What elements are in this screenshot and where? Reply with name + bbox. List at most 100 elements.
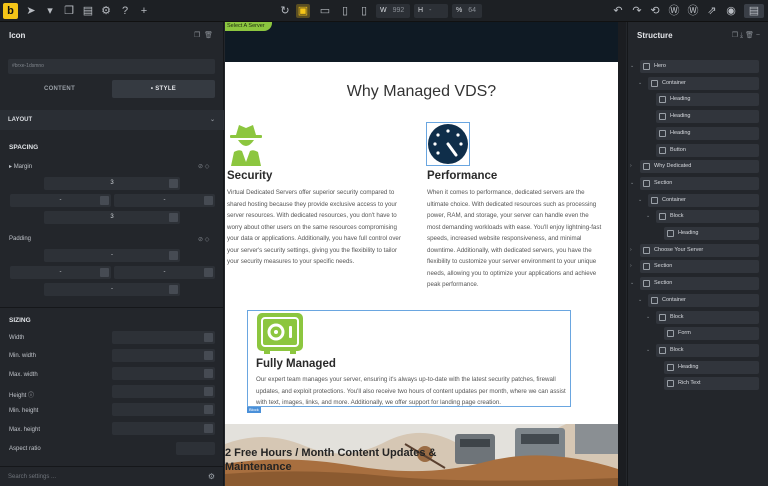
breakpoint-tablet-icon[interactable]: ▯ xyxy=(338,4,352,18)
tab-style[interactable]: • STYLE xyxy=(112,80,215,98)
breakpoint-mobile-icon[interactable]: ▯ xyxy=(357,4,371,18)
structure-row[interactable]: ⌄ Container xyxy=(628,293,768,308)
max-height-input[interactable] xyxy=(112,422,215,435)
unit-icon[interactable] xyxy=(204,424,213,433)
margin-right-input[interactable]: - xyxy=(114,194,215,207)
css-class-input[interactable]: #brxe-1dsmno xyxy=(8,59,215,74)
refresh-icon[interactable]: ↻ xyxy=(278,4,292,18)
aspect-ratio-input[interactable] xyxy=(176,442,215,455)
structure-row[interactable]: ⌄ Section xyxy=(628,276,768,291)
unit-icon[interactable] xyxy=(204,333,213,342)
security-title[interactable]: Security xyxy=(227,170,272,182)
width-input[interactable]: W 992 xyxy=(376,4,410,18)
fully-managed-text[interactable]: Our expert team manages your server, ens… xyxy=(256,374,568,409)
min-width-input[interactable] xyxy=(112,349,215,362)
margin-bottom-input[interactable]: 3 xyxy=(44,211,180,224)
download-icon[interactable]: ⤓ xyxy=(740,32,743,39)
structure-row[interactable]: ⌄ Block xyxy=(628,209,768,224)
chevron-down-icon[interactable]: ⌄ xyxy=(638,193,642,208)
chevron-right-icon[interactable]: › xyxy=(630,243,632,258)
performance-text[interactable]: When it comes to performance, dedicated … xyxy=(427,187,603,291)
pages-icon[interactable]: ❐ xyxy=(62,4,76,18)
tab-content[interactable]: CONTENT xyxy=(8,80,111,98)
help-icon[interactable]: ? xyxy=(118,4,132,18)
structure-row[interactable]: Button xyxy=(628,143,768,158)
max-width-input[interactable] xyxy=(112,367,215,380)
structure-row[interactable]: ⌄ Block xyxy=(628,310,768,325)
chevron-right-icon[interactable]: › xyxy=(630,159,632,174)
unit-icon[interactable] xyxy=(204,268,213,277)
unit-icon[interactable] xyxy=(169,179,178,188)
height-size-input[interactable] xyxy=(112,385,215,398)
chevron-right-icon[interactable]: › xyxy=(630,259,632,274)
wordpress-admin-icon[interactable]: Ⓦ xyxy=(686,4,700,18)
chevron-down-icon[interactable]: ⌄ xyxy=(630,59,634,74)
height-input[interactable]: H- xyxy=(414,4,448,18)
structure-row[interactable]: ⌄ Block xyxy=(628,343,768,358)
margin-top-input[interactable]: 3 xyxy=(44,177,180,190)
unit-icon[interactable] xyxy=(100,196,109,205)
wordpress-icon[interactable]: Ⓦ xyxy=(667,4,681,18)
content-updates-banner[interactable]: 2 Free Hours / Month Content Updates & M… xyxy=(225,424,618,486)
save-icon[interactable]: ▤ xyxy=(744,4,764,18)
unit-icon[interactable] xyxy=(100,268,109,277)
structure-row[interactable]: Heading xyxy=(628,360,768,375)
template-icon[interactable]: ▾ xyxy=(43,4,57,18)
unit-icon[interactable] xyxy=(169,251,178,260)
chevron-down-icon[interactable]: ⌄ xyxy=(646,343,650,358)
link-sides-icon[interactable]: ⊘ ◇ xyxy=(198,163,209,170)
section-heading[interactable]: Why Managed VDS? xyxy=(225,83,618,101)
hero-section[interactable]: Select A Server xyxy=(225,22,618,62)
breakpoint-laptop-icon[interactable]: ▭ xyxy=(318,4,332,18)
chevron-down-icon[interactable]: ⌄ xyxy=(630,176,634,191)
min-height-input[interactable] xyxy=(112,403,215,416)
safe-icon[interactable] xyxy=(256,312,304,354)
structure-row[interactable]: ⌄ Container xyxy=(628,193,768,208)
structure-row[interactable]: ⌄ Container xyxy=(628,76,768,91)
collapse-icon[interactable]: − xyxy=(756,32,760,39)
margin-left-input[interactable]: - xyxy=(10,194,111,207)
unit-icon[interactable] xyxy=(204,196,213,205)
builder-canvas[interactable]: Select A Server Why Managed VDS? Securit… xyxy=(225,22,626,486)
structure-row[interactable]: ⌄ Hero xyxy=(628,59,768,74)
breakpoint-desktop-icon[interactable]: ▣ xyxy=(296,4,310,18)
history-icon[interactable]: ⟲ xyxy=(648,4,662,18)
gear-icon[interactable]: ⚙ xyxy=(99,4,113,18)
unit-icon[interactable] xyxy=(169,213,178,222)
width-size-input[interactable] xyxy=(112,331,215,344)
cursor-icon[interactable]: ➤ xyxy=(24,4,38,18)
chevron-down-icon[interactable]: ⌄ xyxy=(630,276,634,291)
padding-top-input[interactable]: - xyxy=(44,249,180,262)
fully-managed-title[interactable]: Fully Managed xyxy=(256,358,336,370)
structure-row[interactable]: › Why Dedicated xyxy=(628,159,768,174)
unit-icon[interactable] xyxy=(169,285,178,294)
security-text[interactable]: Virtual Dedicated Servers offer superior… xyxy=(227,187,407,268)
undo-icon[interactable]: ↶ xyxy=(611,4,625,18)
preview-eye-icon[interactable]: ◉ xyxy=(724,4,738,18)
structure-row[interactable]: › Choose Your Server xyxy=(628,243,768,258)
chevron-down-icon[interactable]: ⌄ xyxy=(646,310,650,325)
trash-icon[interactable]: 🗑 xyxy=(204,32,213,39)
structure-row[interactable]: Rich Text xyxy=(628,376,768,391)
padding-right-input[interactable]: - xyxy=(114,266,215,279)
page-settings-icon[interactable]: ▤ xyxy=(81,4,95,18)
padding-left-input[interactable]: - xyxy=(10,266,111,279)
copy-icon[interactable]: ❐ xyxy=(732,32,738,39)
structure-row[interactable]: Heading xyxy=(628,226,768,241)
unit-icon[interactable] xyxy=(204,351,213,360)
banner-heading[interactable]: 2 Free Hours / Month Content Updates & M… xyxy=(225,446,465,474)
builder-logo[interactable]: b xyxy=(3,3,18,19)
structure-row[interactable]: › Section xyxy=(628,259,768,274)
chevron-down-icon[interactable]: ⌄ xyxy=(638,293,642,308)
structure-row[interactable]: Form xyxy=(628,326,768,341)
structure-row[interactable]: Heading xyxy=(628,109,768,124)
canvas-scrollbar[interactable] xyxy=(618,22,626,486)
unit-icon[interactable] xyxy=(204,387,213,396)
spy-icon[interactable] xyxy=(227,122,265,166)
padding-bottom-input[interactable]: - xyxy=(44,283,180,296)
link-sides-icon[interactable]: ⊘ ◇ xyxy=(198,236,209,243)
layout-section-header[interactable]: LAYOUT ⌄ xyxy=(0,110,224,130)
structure-row[interactable]: ⌄ Section xyxy=(628,176,768,191)
chevron-down-icon[interactable]: ⌄ xyxy=(638,76,642,91)
gear-icon[interactable]: ⚙ xyxy=(208,467,215,486)
